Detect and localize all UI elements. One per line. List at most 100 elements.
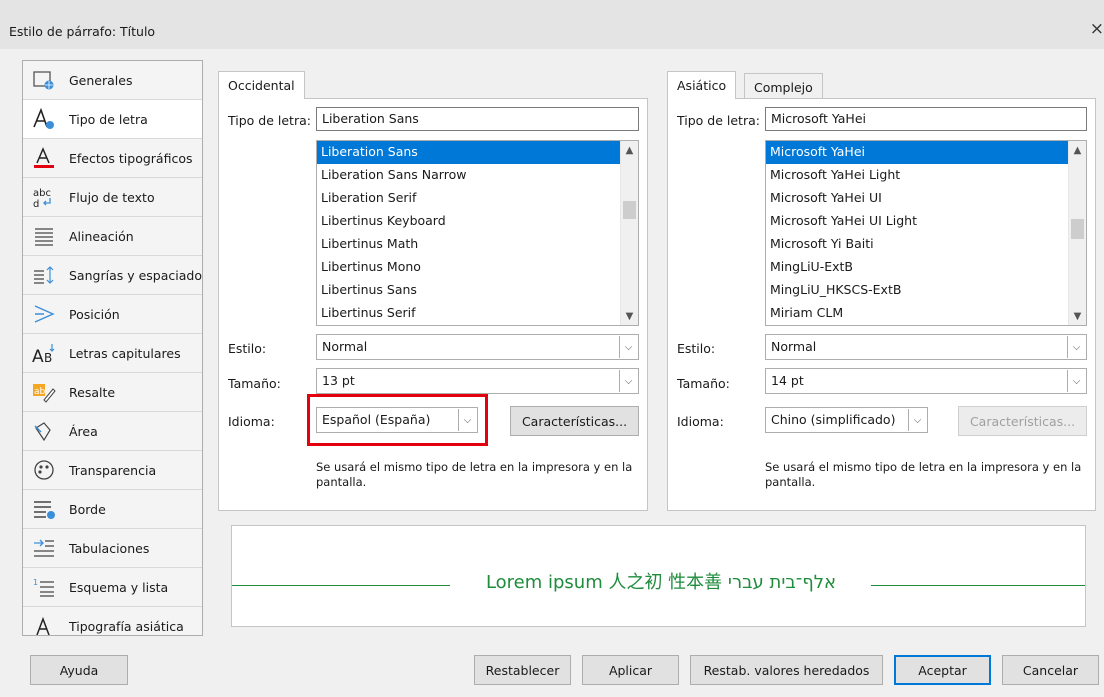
asian-style-label: Estilo: xyxy=(677,341,716,356)
highlight-icon: ab xyxy=(31,380,57,404)
reset-inherited-button[interactable]: Restab. valores heredados xyxy=(690,655,883,685)
svg-text:d: d xyxy=(33,199,39,208)
list-item[interactable]: Microsoft YaHei UI Light xyxy=(766,210,1086,233)
scroll-up-icon[interactable]: ▲ xyxy=(621,141,638,159)
sidebar-item-efectos[interactable]: Efectos tipográficos xyxy=(23,139,202,178)
western-style-value: Normal xyxy=(322,339,368,354)
asian-font-input[interactable]: Microsoft YaHei xyxy=(765,107,1087,131)
sidebar-item-label: Letras capitulares xyxy=(69,345,181,361)
list-item[interactable]: Microsoft YaHei Light xyxy=(766,164,1086,187)
text-flow-icon: abc d xyxy=(31,185,57,209)
western-language-value: Español (España) xyxy=(322,412,431,427)
alignment-icon xyxy=(31,224,57,248)
svg-text:A: A xyxy=(32,347,44,364)
western-font-list[interactable]: Liberation Sans Liberation Sans Narrow L… xyxy=(316,140,639,326)
sidebar-item-transparencia[interactable]: Transparencia xyxy=(23,451,202,490)
western-features-button[interactable]: Características... xyxy=(510,406,639,436)
western-style-label: Estilo: xyxy=(228,341,267,356)
asian-style-select[interactable]: Normal ⌵ xyxy=(765,334,1087,360)
tab-occidental[interactable]: Occidental xyxy=(218,71,305,99)
tab-complejo[interactable]: Complejo xyxy=(744,73,823,98)
asian-size-label: Tamaño: xyxy=(677,376,730,391)
asian-language-select[interactable]: Chino (simplificado) ⌵ xyxy=(765,407,928,433)
font-effects-icon xyxy=(31,146,57,170)
sidebar-item-label: Sangrías y espaciado xyxy=(69,267,202,283)
western-size-label: Tamaño: xyxy=(228,376,281,391)
sidebar-item-label: Borde xyxy=(69,501,106,517)
tab-asiatico[interactable]: Asiático xyxy=(667,71,737,99)
svg-text:ab: ab xyxy=(34,387,46,397)
sidebar-item-tipo-de-letra[interactable]: Tipo de letra xyxy=(23,100,202,139)
list-item[interactable]: Libertinus Math xyxy=(317,233,638,256)
sidebar-item-generales[interactable]: Generales xyxy=(23,61,202,100)
sidebar-item-label: Tipografía asiática xyxy=(69,618,184,634)
ok-button[interactable]: Aceptar xyxy=(894,655,991,685)
general-icon xyxy=(31,68,57,92)
asian-font-list[interactable]: Microsoft YaHei Microsoft YaHei Light Mi… xyxy=(765,140,1087,326)
scroll-up-icon[interactable]: ▲ xyxy=(1069,141,1086,159)
asian-features-button[interactable]: Características... xyxy=(958,406,1087,436)
sidebar-item-sangrias[interactable]: Sangrías y espaciado xyxy=(23,256,202,295)
transparency-icon xyxy=(31,458,57,482)
list-item[interactable]: Libertinus Serif xyxy=(317,302,638,325)
chevron-down-icon: ⌵ xyxy=(458,409,476,431)
list-item[interactable]: Microsoft YaHei xyxy=(766,141,1086,164)
svg-text:1: 1 xyxy=(33,578,38,587)
svg-text:abc: abc xyxy=(33,188,51,199)
list-item[interactable]: MingLiU_HKSCS-ExtB xyxy=(766,279,1086,302)
asian-note: Se usará el mismo tipo de letra en la im… xyxy=(765,460,1082,489)
western-language-select[interactable]: Español (España) ⌵ xyxy=(316,407,478,433)
western-font-input[interactable]: Liberation Sans xyxy=(316,107,639,131)
asian-font-label: Tipo de letra: xyxy=(677,113,760,128)
sidebar-item-tabulaciones[interactable]: Tabulaciones xyxy=(23,529,202,568)
asian-size-value: 14 pt xyxy=(771,373,804,388)
scrollbar[interactable]: ▲ ▼ xyxy=(620,141,638,325)
list-item[interactable]: Libertinus Mono xyxy=(317,256,638,279)
close-icon[interactable]: × xyxy=(1090,19,1104,39)
border-icon xyxy=(31,497,57,521)
list-item[interactable]: Liberation Serif xyxy=(317,187,638,210)
scroll-down-icon[interactable]: ▼ xyxy=(1069,307,1086,325)
sidebar-item-esquema[interactable]: 1 Esquema y lista xyxy=(23,568,202,607)
sidebar-item-label: Tabulaciones xyxy=(69,540,150,556)
sidebar-item-alineacion[interactable]: Alineación xyxy=(23,217,202,256)
scrollbar[interactable]: ▲ ▼ xyxy=(1068,141,1086,325)
sidebar-item-resalte[interactable]: ab Resalte xyxy=(23,373,202,412)
western-language-label: Idioma: xyxy=(228,414,275,429)
sidebar-item-capitulares[interactable]: AB Letras capitulares xyxy=(23,334,202,373)
sidebar-item-posicion[interactable]: Posición xyxy=(23,295,202,334)
chevron-down-icon: ⌵ xyxy=(619,370,637,392)
sidebar-item-flujo[interactable]: abc d Flujo de texto xyxy=(23,178,202,217)
western-style-select[interactable]: Normal ⌵ xyxy=(316,334,639,360)
list-item[interactable]: Liberation Sans Narrow xyxy=(317,164,638,187)
help-button[interactable]: Ayuda xyxy=(30,655,128,685)
cancel-button[interactable]: Cancelar xyxy=(1002,655,1099,685)
preview-baseline-right xyxy=(871,585,1085,586)
list-item[interactable]: Libertinus Keyboard xyxy=(317,210,638,233)
scroll-down-icon[interactable]: ▼ xyxy=(621,307,638,325)
asian-style-value: Normal xyxy=(771,339,817,354)
sidebar-item-tipografia-asiatica[interactable]: Tipografía asiática xyxy=(23,607,202,635)
asian-size-select[interactable]: 14 pt ⌵ xyxy=(765,368,1087,394)
sidebar: Generales Tipo de letra Efectos tipográf… xyxy=(22,60,203,636)
list-item[interactable]: Miriam CLM xyxy=(766,302,1086,325)
chevron-down-icon: ⌵ xyxy=(619,336,637,358)
outline-list-icon: 1 xyxy=(31,575,57,599)
sidebar-item-borde[interactable]: Borde xyxy=(23,490,202,529)
sidebar-item-label: Generales xyxy=(69,72,133,88)
apply-button[interactable]: Aplicar xyxy=(582,655,679,685)
sidebar-item-area[interactable]: Área xyxy=(23,412,202,451)
list-item[interactable]: MingLiU-ExtB xyxy=(766,256,1086,279)
list-item[interactable]: Microsoft Yi Baiti xyxy=(766,233,1086,256)
western-size-select[interactable]: 13 pt ⌵ xyxy=(316,368,639,394)
scroll-thumb[interactable] xyxy=(623,201,636,219)
list-item[interactable]: Microsoft YaHei UI xyxy=(766,187,1086,210)
asian-typography-icon xyxy=(31,614,57,635)
sidebar-item-label: Tipo de letra xyxy=(69,111,148,127)
list-item[interactable]: Liberation Sans xyxy=(317,141,638,164)
scroll-thumb[interactable] xyxy=(1071,219,1084,239)
reset-button[interactable]: Restablecer xyxy=(474,655,571,685)
list-item[interactable]: Libertinus Sans xyxy=(317,279,638,302)
sidebar-item-label: Área xyxy=(69,423,98,439)
sidebar-item-label: Efectos tipográficos xyxy=(69,150,193,166)
